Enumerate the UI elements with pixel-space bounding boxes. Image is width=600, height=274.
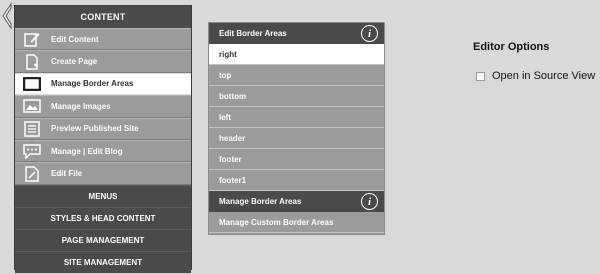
border-areas-panel: Edit Border Areas i right top bottom lef… [208,22,385,235]
sidebar-item-preview-published-site[interactable]: Preview Published Site [15,117,191,140]
content-header: CONTENT [15,6,191,28]
sidebar-item-label: Manage Images [51,101,111,111]
border-area-item-header[interactable]: header [209,128,384,149]
edit-pencil-icon [23,31,41,47]
source-view-checkbox[interactable] [476,71,485,81]
editor-options-title: Editor Options [473,41,550,53]
sidebar-item-label: Preview Published Site [51,124,139,134]
content-sidebar: CONTENT Edit Content Create Page Manage … [14,5,192,273]
sidebar-item-edit-content[interactable]: Edit Content [15,28,191,51]
file-edit-icon [23,165,41,182]
speech-bubble-icon [23,143,41,160]
info-icon[interactable]: i [361,193,378,210]
edit-border-areas-header: Edit Border Areas i [209,23,384,44]
panel-title: Edit Border Areas [219,29,287,38]
new-page-icon [23,53,41,70]
list-document-icon [23,121,41,137]
collapse-arrow-icon[interactable] [0,2,14,30]
section-site-management[interactable]: SITE MANAGEMENT [15,250,191,273]
border-area-item-footer1[interactable]: footer1 [209,170,384,191]
section-page-management[interactable]: PAGE MANAGEMENT [15,228,191,251]
border-area-item-footer[interactable]: footer [209,149,384,170]
manage-border-areas-header: Manage Border Areas i [209,191,384,212]
sidebar-item-manage-images[interactable]: Manage Images [15,95,191,118]
sidebar-item-create-page[interactable]: Create Page [15,50,191,73]
sidebar-item-label: Manage | Edit Blog [51,146,123,156]
open-in-source-view-option[interactable]: Open in Source View [476,70,595,82]
sidebar-item-manage-border-areas[interactable]: Manage Border Areas [15,72,191,96]
sidebar-item-label: Edit Content [51,34,99,44]
border-area-item-left[interactable]: left [209,107,384,128]
manage-custom-border-areas-item[interactable]: Manage Custom Border Areas [209,212,384,233]
sidebar-item-edit-file[interactable]: Edit File [15,162,191,185]
info-icon[interactable]: i [361,25,378,42]
sidebar-item-label: Manage Border Areas [51,79,134,89]
section-title: Manage Border Areas [219,197,302,206]
border-area-item-bottom[interactable]: bottom [209,86,384,107]
section-styles-head-content[interactable]: STYLES & HEAD CONTENT [15,206,191,229]
border-area-item-right[interactable]: right [209,44,384,65]
source-view-label: Open in Source View [492,70,596,82]
image-icon [23,98,41,114]
sidebar-item-manage-edit-blog[interactable]: Manage | Edit Blog [15,139,191,163]
sidebar-item-label: Create Page [51,57,98,67]
section-menus[interactable]: MENUS [15,184,191,207]
border-areas-icon [23,76,41,92]
border-area-item-top[interactable]: top [209,65,384,86]
sidebar-item-label: Edit File [51,169,83,179]
